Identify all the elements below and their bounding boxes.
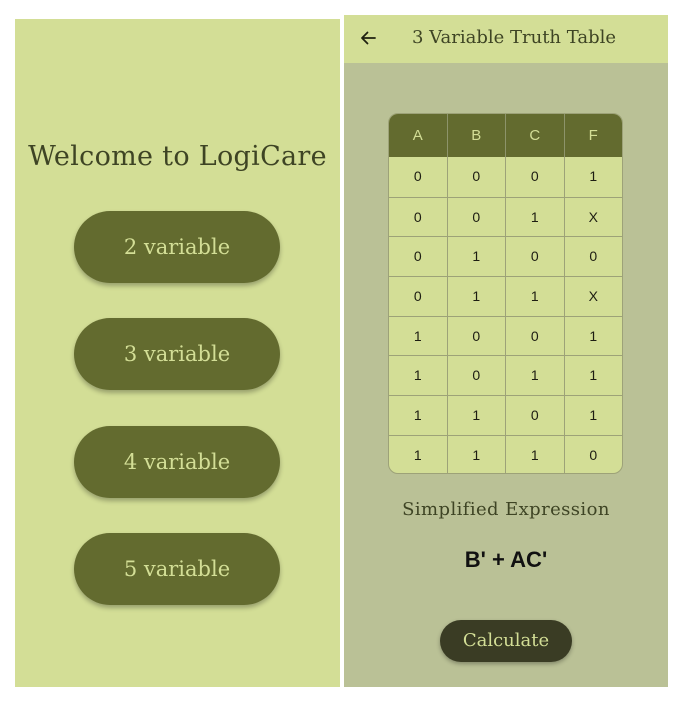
welcome-title: Welcome to LogiCare	[28, 141, 327, 172]
home-screen: Welcome to LogiCare 2 variable 3 variabl…	[15, 19, 340, 687]
cell-a: 0	[389, 197, 448, 237]
two-variable-button[interactable]: 2 variable	[74, 211, 280, 283]
cell-c: 0	[506, 316, 565, 356]
arrow-left-icon[interactable]	[358, 28, 378, 48]
cell-f[interactable]: 1	[565, 157, 623, 197]
table-body: 0001001X0100011X1001101111011110	[389, 157, 623, 473]
table-row: 1110	[389, 434, 623, 473]
calculate-button[interactable]: Calculate	[440, 620, 572, 662]
simplified-expression-label: Simplified Expression	[402, 499, 610, 520]
cell-f[interactable]: X	[565, 198, 623, 237]
cell-f[interactable]: X	[565, 277, 623, 316]
cell-b: 1	[448, 435, 506, 473]
three-variable-button[interactable]: 3 variable	[74, 318, 280, 390]
column-header-f: F	[588, 127, 598, 144]
cell-b: 1	[448, 277, 506, 316]
cell-b: 0	[448, 356, 506, 396]
five-variable-button[interactable]: 5 variable	[74, 533, 280, 605]
cell-f[interactable]: 0	[565, 436, 623, 473]
column-header-b: B	[448, 114, 506, 157]
page-title: 3 Variable Truth Table	[412, 27, 617, 48]
cell-c: 0	[506, 396, 565, 435]
cell-a: 0	[389, 157, 448, 197]
cell-a: 0	[389, 237, 448, 277]
cell-c: 1	[506, 356, 565, 396]
cell-c: 1	[506, 197, 565, 237]
cell-a: 0	[389, 277, 448, 316]
cell-f[interactable]: 1	[565, 317, 623, 356]
table-row: 0001	[389, 157, 622, 197]
cell-b: 1	[448, 396, 506, 435]
table-row: 011X	[389, 276, 622, 316]
cell-b: 0	[448, 157, 506, 197]
cell-c: 1	[506, 435, 565, 473]
cell-c: 0	[506, 157, 565, 197]
cell-a: 1	[389, 396, 448, 435]
table-row: 001X	[389, 196, 623, 237]
table-row: 1011	[389, 355, 623, 396]
cell-b: 1	[448, 237, 506, 277]
cell-b: 0	[448, 316, 506, 356]
cell-a: 1	[389, 316, 448, 356]
table-header: A B C F	[389, 114, 622, 157]
cell-c: 1	[506, 277, 565, 316]
cell-c: 0	[506, 237, 565, 277]
column-header-a: A	[389, 114, 448, 157]
cell-f[interactable]: 1	[565, 356, 623, 395]
simplified-expression-value: B' + AC'	[464, 547, 548, 572]
table-row: 1101	[389, 395, 622, 435]
cell-f[interactable]: 0	[565, 237, 623, 276]
cell-f[interactable]: 1	[565, 396, 623, 435]
truth-table-screen: 3 Variable Truth Table A B C F 0001001X0…	[344, 15, 668, 687]
cell-a: 1	[389, 435, 448, 473]
four-variable-button[interactable]: 4 variable	[74, 426, 280, 498]
cell-a: 1	[389, 356, 448, 396]
app-bar: 3 Variable Truth Table	[344, 15, 668, 63]
truth-table: A B C F 0001001X0100011X1001101111011110	[388, 113, 623, 474]
table-row: 1001	[389, 315, 623, 356]
column-header-c: C	[506, 114, 565, 157]
cell-b: 0	[448, 197, 506, 237]
table-row: 0100	[389, 236, 623, 277]
